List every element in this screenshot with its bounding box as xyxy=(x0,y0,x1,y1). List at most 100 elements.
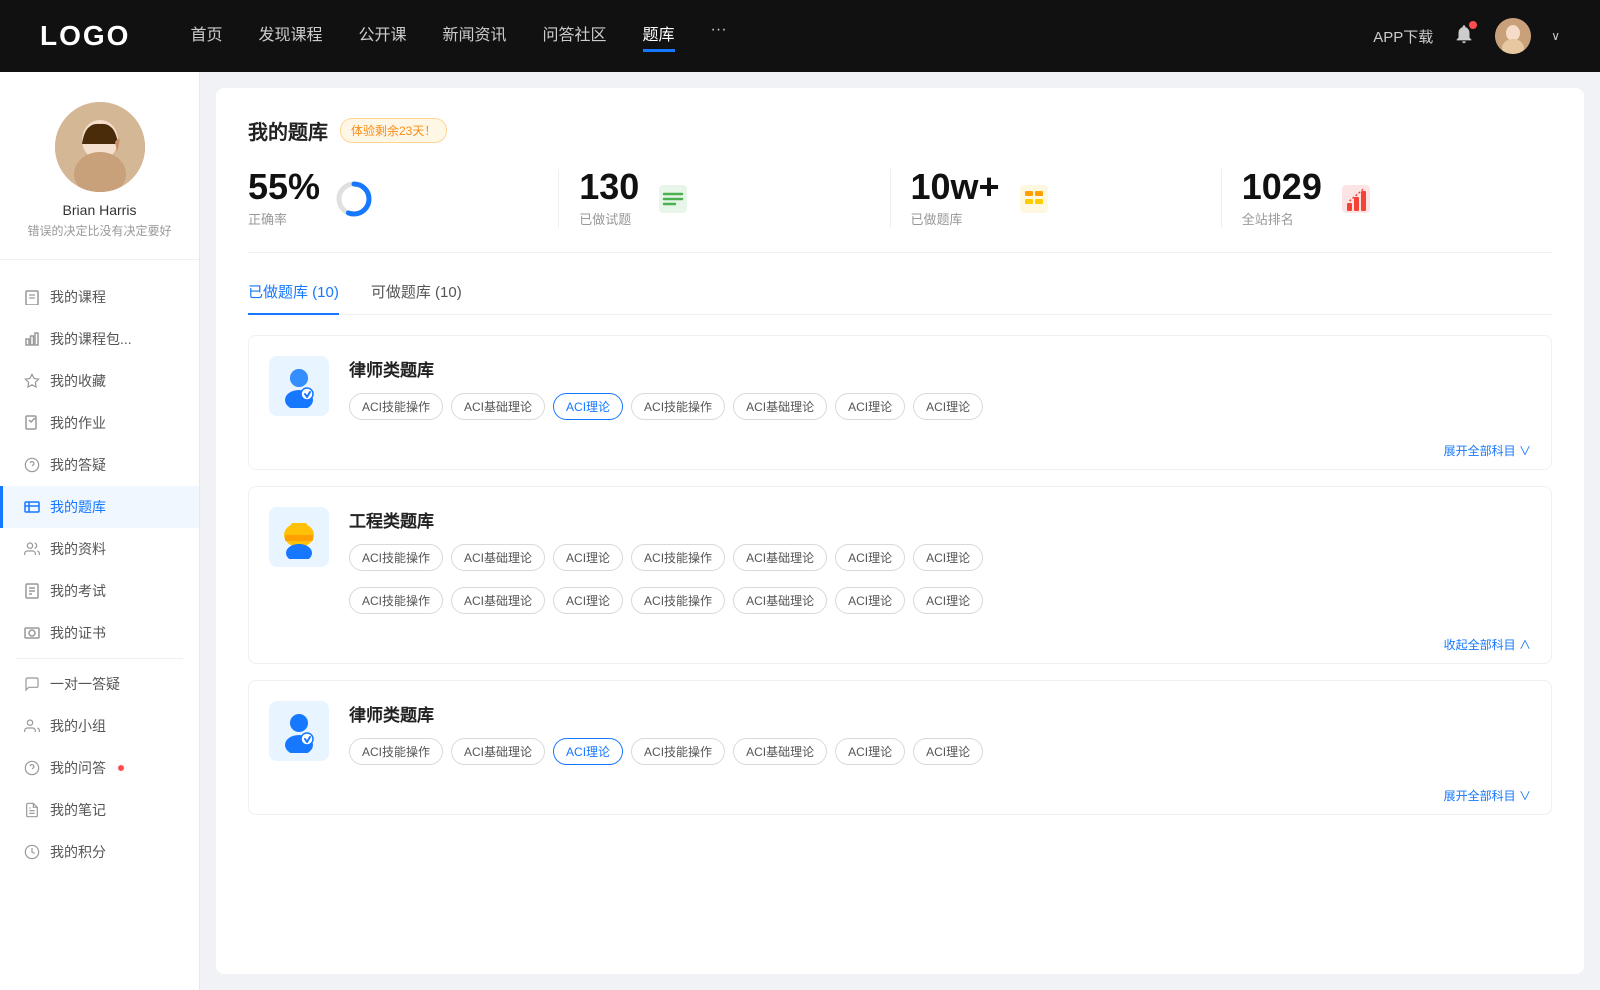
sidebar-item-my-question[interactable]: 我的问答 xyxy=(0,747,199,789)
nav-discover[interactable]: 发现课程 xyxy=(258,21,322,52)
bank-lawyer-info: 律师类题库 ACI技能操作 ACI基础理论 ACI理论 ACI技能操作 ACI基… xyxy=(349,356,1531,420)
tag[interactable]: ACI技能操作 xyxy=(349,393,443,420)
tag[interactable]: ACI理论 xyxy=(913,738,983,765)
homework-icon xyxy=(24,415,40,431)
grid-icon xyxy=(1014,179,1054,219)
donut-icon xyxy=(334,179,374,219)
star-icon xyxy=(24,373,40,389)
stat-done-banks: 10w+ 已做题库 xyxy=(891,169,1222,228)
tag[interactable]: ACI基础理论 xyxy=(733,393,827,420)
bank-card-engineer: 工程类题库 ACI技能操作 ACI基础理论 ACI理论 ACI技能操作 ACI基… xyxy=(248,486,1552,664)
tag-active[interactable]: ACI理论 xyxy=(553,738,623,765)
sidebar-item-qa[interactable]: 我的答疑 xyxy=(0,444,199,486)
bank-engineer-info: 工程类题库 ACI技能操作 ACI基础理论 ACI理论 ACI技能操作 ACI基… xyxy=(349,507,1531,571)
sidebar-divider xyxy=(16,658,183,659)
tag[interactable]: ACI理论 xyxy=(553,544,623,571)
tag[interactable]: ACI技能操作 xyxy=(349,587,443,614)
bank-card-lawyer-header: 律师类题库 ACI技能操作 ACI基础理论 ACI理论 ACI技能操作 ACI基… xyxy=(249,336,1551,436)
tag[interactable]: ACI技能操作 xyxy=(349,738,443,765)
course-icon xyxy=(24,289,40,305)
sidebar-item-one-on-one[interactable]: 一对一答疑 xyxy=(0,663,199,705)
tag[interactable]: ACI基础理论 xyxy=(451,738,545,765)
sidebar-item-profile[interactable]: 我的资料 xyxy=(0,528,199,570)
tag[interactable]: ACI理论 xyxy=(835,544,905,571)
tag[interactable]: ACI基础理论 xyxy=(733,544,827,571)
bank-lawyer2-info: 律师类题库 ACI技能操作 ACI基础理论 ACI理论 ACI技能操作 ACI基… xyxy=(349,701,1531,765)
sidebar-item-notes[interactable]: 我的笔记 xyxy=(0,789,199,831)
tag[interactable]: ACI理论 xyxy=(913,393,983,420)
bank-engineer-collapse[interactable]: 收起全部科目 ∧ xyxy=(249,630,1551,663)
nav-home[interactable]: 首页 xyxy=(190,21,222,52)
sidebar-item-homework[interactable]: 我的作业 xyxy=(0,402,199,444)
tag[interactable]: ACI技能操作 xyxy=(631,587,725,614)
topnav-right: APP下载 ∨ xyxy=(1373,18,1560,54)
sidebar-item-course-pack[interactable]: 我的课程包... xyxy=(0,318,199,360)
sidebar-item-exam[interactable]: 我的考试 xyxy=(0,570,199,612)
sidebar-profile: Brian Harris 错误的决定比没有决定要好 xyxy=(0,102,199,260)
tag[interactable]: ACI理论 xyxy=(835,738,905,765)
stat-done-questions: 130 已做试题 xyxy=(559,169,890,228)
tag[interactable]: ACI理论 xyxy=(913,587,983,614)
bank-lawyer-tags: ACI技能操作 ACI基础理论 ACI理论 ACI技能操作 ACI基础理论 AC… xyxy=(349,393,1531,420)
nav-question-bank[interactable]: 题库 xyxy=(643,21,675,52)
tag[interactable]: ACI理论 xyxy=(553,587,623,614)
app-download-button[interactable]: APP下载 xyxy=(1373,26,1433,47)
layout: Brian Harris 错误的决定比没有决定要好 我的课程 我的课程包... xyxy=(0,72,1600,990)
engineer-bank-icon xyxy=(269,507,329,567)
tag[interactable]: ACI基础理论 xyxy=(451,587,545,614)
bank-lawyer2-name: 律师类题库 xyxy=(349,701,1531,726)
qbank-icon xyxy=(24,499,40,515)
avatar-chevron-icon[interactable]: ∨ xyxy=(1551,29,1560,43)
nav-open-course[interactable]: 公开课 xyxy=(358,21,406,52)
avatar-image xyxy=(1495,18,1531,54)
nav-news[interactable]: 新闻资讯 xyxy=(443,21,507,52)
sidebar: Brian Harris 错误的决定比没有决定要好 我的课程 我的课程包... xyxy=(0,72,200,990)
page-header: 我的题库 体验剩余23天！ xyxy=(248,116,1552,145)
tag[interactable]: ACI理论 xyxy=(835,393,905,420)
bank-lawyer-expand[interactable]: 展开全部科目 ∨ xyxy=(249,436,1551,469)
tab-done[interactable]: 已做题库 (10) xyxy=(248,281,339,314)
group-icon xyxy=(24,718,40,734)
nav-qa[interactable]: 问答社区 xyxy=(543,21,607,52)
sidebar-item-group[interactable]: 我的小组 xyxy=(0,705,199,747)
stat-done-questions-value: 130 已做试题 xyxy=(579,169,639,228)
page-title: 我的题库 xyxy=(248,116,328,145)
tag[interactable]: ACI基础理论 xyxy=(733,587,827,614)
stat-accuracy-value: 55% 正确率 xyxy=(248,169,320,228)
bank-card-lawyer2: 律师类题库 ACI技能操作 ACI基础理论 ACI理论 ACI技能操作 ACI基… xyxy=(248,680,1552,815)
profile-icon xyxy=(24,541,40,557)
tag[interactable]: ACI技能操作 xyxy=(631,738,725,765)
sidebar-item-favorite[interactable]: 我的收藏 xyxy=(0,360,199,402)
trial-badge: 体验剩余23天！ xyxy=(340,118,447,143)
tag[interactable]: ACI基础理论 xyxy=(451,544,545,571)
sidebar-item-certificate[interactable]: 我的证书 xyxy=(0,612,199,654)
bank-lawyer2-expand[interactable]: 展开全部科目 ∨ xyxy=(249,781,1551,814)
list-icon xyxy=(653,179,693,219)
tag[interactable]: ACI技能操作 xyxy=(349,544,443,571)
sidebar-avatar xyxy=(55,102,145,192)
tag[interactable]: ACI基础理论 xyxy=(451,393,545,420)
bank-lawyer2-tags: ACI技能操作 ACI基础理论 ACI理论 ACI技能操作 ACI基础理论 AC… xyxy=(349,738,1531,765)
tag[interactable]: ACI理论 xyxy=(835,587,905,614)
sidebar-item-course[interactable]: 我的课程 xyxy=(0,276,199,318)
sidebar-username: Brian Harris xyxy=(0,202,199,218)
tag[interactable]: ACI技能操作 xyxy=(631,393,725,420)
tag[interactable]: ACI理论 xyxy=(913,544,983,571)
tag[interactable]: ACI基础理论 xyxy=(733,738,827,765)
nav-more[interactable]: ··· xyxy=(711,21,727,52)
lawyer2-bank-icon xyxy=(269,701,329,761)
sidebar-item-question-bank[interactable]: 我的题库 xyxy=(0,486,199,528)
avatar[interactable] xyxy=(1495,18,1531,54)
points-icon xyxy=(24,844,40,860)
bank-lawyer-name: 律师类题库 xyxy=(349,356,1531,381)
bank-card-engineer-header: 工程类题库 ACI技能操作 ACI基础理论 ACI理论 ACI技能操作 ACI基… xyxy=(249,487,1551,587)
nav-menu: 首页 发现课程 公开课 新闻资讯 问答社区 题库 ··· xyxy=(190,21,1373,52)
bank-card-lawyer: 律师类题库 ACI技能操作 ACI基础理论 ACI理论 ACI技能操作 ACI基… xyxy=(248,335,1552,470)
qa-icon xyxy=(24,457,40,473)
cert-icon xyxy=(24,625,40,641)
tag[interactable]: ACI技能操作 xyxy=(631,544,725,571)
notification-bell[interactable] xyxy=(1453,23,1475,50)
sidebar-item-points[interactable]: 我的积分 xyxy=(0,831,199,873)
tab-todo[interactable]: 可做题库 (10) xyxy=(371,281,462,314)
tag-active[interactable]: ACI理论 xyxy=(553,393,623,420)
